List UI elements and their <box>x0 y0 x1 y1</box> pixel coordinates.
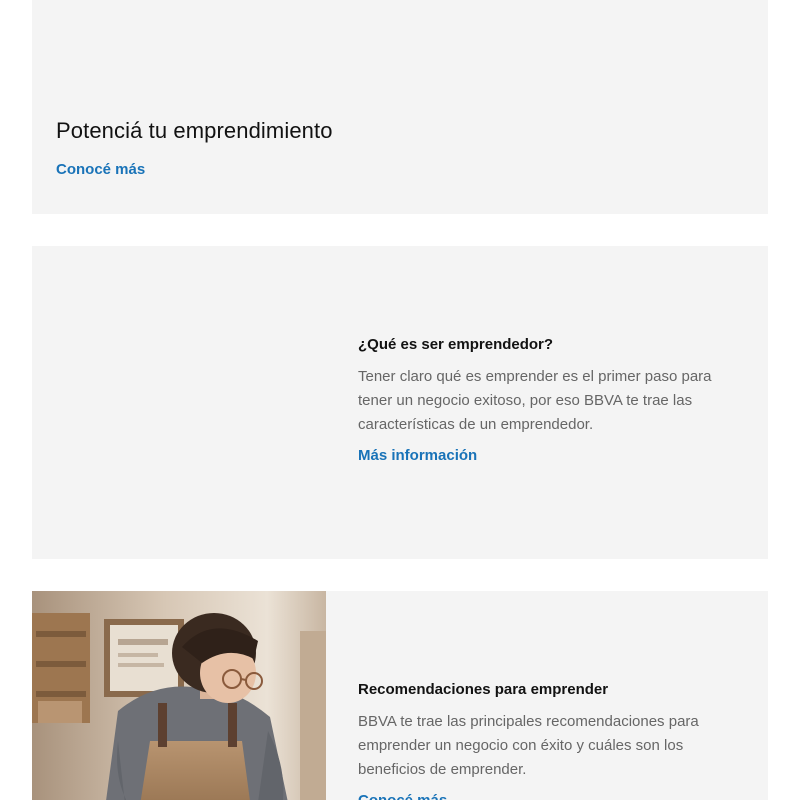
page: Potenciá tu emprendimiento Conocé más ¿Q… <box>0 0 785 800</box>
entrepreneur-text-block: ¿Qué es ser emprendedor? Tener claro qué… <box>358 336 728 465</box>
entrepreneur-card: ¿Qué es ser emprendedor? Tener claro qué… <box>32 246 768 559</box>
recommendations-card: Recomendaciones para emprender BBVA te t… <box>32 591 768 800</box>
recommendations-conoce-mas-link[interactable]: Conocé más <box>358 792 447 800</box>
woman-working-photo <box>32 591 326 800</box>
entrepreneur-title: ¿Qué es ser emprendedor? <box>358 336 554 353</box>
recommendations-text-block: Recomendaciones para emprender BBVA te t… <box>358 681 728 800</box>
recommendations-description: BBVA te trae las principales recomendaci… <box>358 713 699 778</box>
recommendations-title: Recomendaciones para emprender <box>358 681 609 698</box>
mas-informacion-link[interactable]: Más información <box>358 447 477 464</box>
hero-title: Potenciá tu emprendimiento <box>56 118 333 143</box>
hero-conoce-mas-link[interactable]: Conocé más <box>56 161 145 178</box>
hero-card: Potenciá tu emprendimiento Conocé más <box>32 0 768 214</box>
entrepreneur-description: Tener claro qué es emprender es el prime… <box>358 368 712 433</box>
